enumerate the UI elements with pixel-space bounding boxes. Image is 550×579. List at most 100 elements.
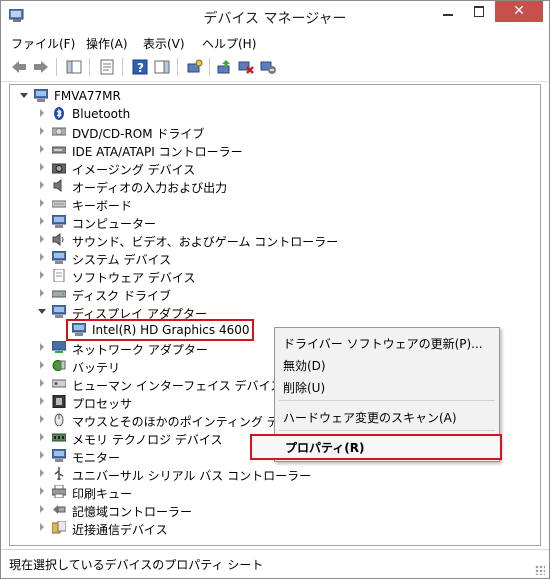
network-adapter-icon xyxy=(52,341,66,353)
menu-item-update-driver[interactable]: ドライバー ソフトウェアの更新(P)... xyxy=(275,332,499,352)
tree-item[interactable]: ディスク ドライブ xyxy=(10,285,535,303)
properties-sheet-icon[interactable] xyxy=(99,59,115,75)
expand-arrow-icon[interactable] xyxy=(40,487,44,495)
title-bar[interactable]: デバイス マネージャー ✕ xyxy=(1,1,549,31)
monitor-icon xyxy=(72,323,86,336)
menu-separator xyxy=(279,430,495,431)
battery-icon xyxy=(52,360,66,371)
expand-arrow-icon[interactable] xyxy=(40,163,44,171)
close-button[interactable]: ✕ xyxy=(495,1,543,22)
expand-arrow-icon[interactable] xyxy=(40,433,44,441)
menu-separator xyxy=(279,400,495,401)
update-driver-icon[interactable] xyxy=(216,59,232,75)
expand-arrow-icon[interactable] xyxy=(40,181,44,189)
tree-item[interactable]: システム デバイス xyxy=(10,249,535,267)
expand-arrow-icon[interactable] xyxy=(40,469,44,477)
monitor-icon xyxy=(52,449,66,462)
expand-arrow-icon[interactable] xyxy=(40,235,44,243)
expand-arrow-icon[interactable] xyxy=(40,397,44,405)
tree-root[interactable]: FMVA77MR xyxy=(10,87,535,105)
tree-item[interactable]: 近接通信デバイス xyxy=(10,519,535,537)
expand-arrow-icon[interactable] xyxy=(40,289,44,297)
expand-arrow-icon[interactable] xyxy=(40,451,44,459)
tree-root-label: FMVA77MR xyxy=(54,89,121,103)
processor-icon xyxy=(52,395,66,408)
expand-arrow-icon[interactable] xyxy=(40,253,44,261)
audio-icon xyxy=(53,179,62,192)
tree-item[interactable]: Bluetooth xyxy=(10,105,535,123)
action-pane-icon[interactable] xyxy=(154,59,170,75)
maximize-button[interactable] xyxy=(464,1,494,22)
tree-item[interactable]: コンピューター xyxy=(10,213,535,231)
tree-item[interactable]: IDE ATA/ATAPI コントローラー xyxy=(10,141,535,159)
device-tree[interactable]: FMVA77MR Bluetooth DVD/CD-ROM ドライブ IDE A… xyxy=(9,84,541,546)
toolbar-separator xyxy=(209,58,210,76)
expand-arrow-icon[interactable] xyxy=(40,217,44,225)
expand-arrow-icon[interactable] xyxy=(40,127,44,135)
menu-item-properties[interactable]: プロパティ(R) xyxy=(250,434,502,460)
expand-arrow-icon[interactable] xyxy=(40,379,44,387)
close-icon: ✕ xyxy=(513,3,525,19)
storage-controller-icon xyxy=(53,505,66,514)
tree-item[interactable]: DVD/CD-ROM ドライブ xyxy=(10,123,535,141)
resize-grip-icon[interactable] xyxy=(535,565,545,575)
tree-item[interactable]: サウンド、ビデオ、およびゲーム コントローラー xyxy=(10,231,535,249)
keyboard-icon xyxy=(52,200,66,208)
menu-help[interactable]: ヘルプ(H) xyxy=(202,35,256,52)
expand-arrow-icon[interactable] xyxy=(40,361,44,369)
minimize-button[interactable] xyxy=(433,1,463,22)
device-manager-window: デバイス マネージャー ✕ ファイル(F) 操作(A) 表示(V) ヘルプ(H)… xyxy=(0,0,550,579)
mouse-icon xyxy=(54,413,64,426)
collapse-arrow-icon[interactable] xyxy=(20,93,28,98)
expand-arrow-icon[interactable] xyxy=(40,199,44,207)
uninstall-device-icon[interactable] xyxy=(238,59,254,75)
imaging-device-icon xyxy=(52,163,66,174)
tree-item[interactable]: 記憶域コントローラー xyxy=(10,501,535,519)
tree-item[interactable]: オーディオの入力および出力 xyxy=(10,177,535,195)
help-icon[interactable]: ? xyxy=(132,59,148,75)
toolbar: ? xyxy=(1,53,549,82)
expand-arrow-icon[interactable] xyxy=(40,271,44,279)
scan-hardware-icon[interactable] xyxy=(187,59,203,75)
expand-arrow-icon[interactable] xyxy=(40,415,44,423)
menu-view[interactable]: 表示(V) xyxy=(143,35,185,52)
disk-drive-icon xyxy=(52,290,66,298)
expand-arrow-icon[interactable] xyxy=(40,343,44,351)
forward-arrow-icon[interactable] xyxy=(33,59,49,75)
tree-item[interactable]: イメージング デバイス xyxy=(10,159,535,177)
enable-device-icon[interactable] xyxy=(260,59,276,75)
menu-item-disable[interactable]: 無効(D) xyxy=(275,354,499,374)
expand-arrow-icon[interactable] xyxy=(40,523,44,531)
bluetooth-icon xyxy=(54,107,64,120)
display-adapter-icon xyxy=(52,305,66,318)
toolbar-separator xyxy=(89,58,90,76)
menu-item-scan-hardware[interactable]: ハードウェア変更のスキャン(A) xyxy=(275,406,499,426)
dvd-drive-icon xyxy=(52,127,66,136)
collapse-arrow-icon[interactable] xyxy=(38,309,46,314)
show-hide-tree-icon[interactable] xyxy=(66,59,82,75)
back-arrow-icon[interactable] xyxy=(11,59,27,75)
tree-item[interactable]: 印刷キュー xyxy=(10,483,535,501)
system-device-icon xyxy=(52,251,66,264)
memory-icon xyxy=(52,433,66,442)
tree-item[interactable]: キーボード xyxy=(10,195,535,213)
software-device-icon xyxy=(53,269,65,282)
svg-text:?: ? xyxy=(137,61,144,75)
expand-arrow-icon[interactable] xyxy=(40,145,44,153)
computer-icon xyxy=(34,89,48,102)
sound-icon xyxy=(52,233,64,246)
computer-icon xyxy=(52,215,66,228)
status-bar: 現在選択しているデバイスのプロパティ シート xyxy=(1,549,549,578)
context-menu: ドライバー ソフトウェアの更新(P)... 無効(D) 削除(U) ハードウェア… xyxy=(250,327,502,462)
tree-item[interactable]: ユニバーサル シリアル バス コントローラー xyxy=(10,465,535,483)
menu-action[interactable]: 操作(A) xyxy=(86,35,128,52)
menu-file[interactable]: ファイル(F) xyxy=(11,35,75,52)
expand-arrow-icon[interactable] xyxy=(40,505,44,513)
tree-item[interactable]: ソフトウェア デバイス xyxy=(10,267,535,285)
toolbar-separator xyxy=(177,58,178,76)
expand-arrow-icon[interactable] xyxy=(40,109,44,117)
menu-item-uninstall[interactable]: 削除(U) xyxy=(275,376,499,396)
status-text: 現在選択しているデバイスのプロパティ シート xyxy=(9,558,264,572)
proximity-icon xyxy=(52,521,66,534)
menu-bar: ファイル(F) 操作(A) 表示(V) ヘルプ(H) xyxy=(1,31,549,53)
